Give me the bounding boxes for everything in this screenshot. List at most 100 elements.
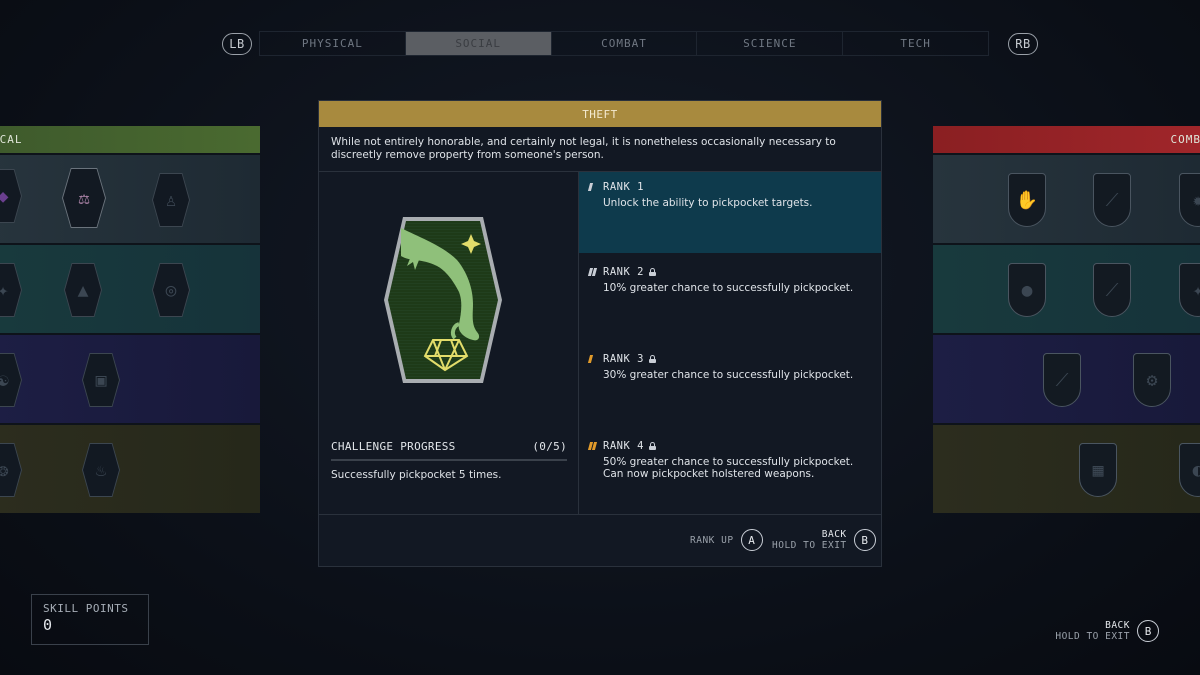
skill-badge[interactable]: ⟋ (1043, 353, 1081, 407)
hold-to-exit-label: HOLD TO EXIT (772, 540, 847, 551)
flame-icon: ♨ (95, 459, 107, 481)
rank-description: 10% greater chance to successfully pickp… (603, 282, 854, 294)
rank-label: RANK 1 (603, 181, 644, 193)
skill-badge[interactable]: ▣ (82, 353, 120, 407)
skill-badge[interactable]: ♨ (82, 443, 120, 497)
skill-art-icon: ◆ (0, 185, 9, 207)
dumbbell-icon: ⚖ (78, 187, 90, 209)
skill-badge[interactable]: ♙ (152, 173, 190, 227)
armor-icon: ▦ (1092, 459, 1104, 481)
global-back-label: BACK (1105, 620, 1130, 631)
tab-science[interactable]: SCIENCE (697, 32, 844, 55)
physical-panel-header: ICAL (0, 126, 260, 153)
skill-row-3: ⟋ ⚙ (933, 333, 1200, 423)
skill-badge[interactable]: ▦ (1079, 443, 1117, 497)
skill-row-1: ◆ ⚖ ♙ (0, 153, 260, 243)
physical-panel-title: ICAL (0, 133, 23, 146)
tab-physical[interactable]: PHYSICAL (260, 32, 406, 55)
skill-row-1: ✋ ⟋ ✹ (933, 153, 1200, 243)
skill-points-box: SKILL POINTS 0 (31, 594, 149, 645)
triangle-icon: ▲ (77, 279, 89, 301)
lock-icon (648, 268, 656, 276)
lock-icon (648, 355, 656, 363)
rank-pips-icon (587, 442, 603, 450)
b-button-icon: B (853, 529, 876, 551)
rank-description: 50% greater chance to successfully pickp… (603, 456, 854, 480)
skill-title: THEFT (319, 101, 881, 127)
skill-art-icon: ♙ (165, 189, 177, 211)
global-hold-to-exit-label: HOLD TO EXIT (1055, 631, 1130, 642)
category-tabs: PHYSICAL SOCIAL COMBAT SCIENCE TECH (259, 31, 989, 56)
rank-label: RANK 3 (603, 353, 644, 365)
challenge-count: (0/5) (532, 440, 567, 453)
skill-badge[interactable]: ✹ (1179, 173, 1200, 227)
b-button-icon: B (1137, 620, 1159, 642)
combat-panel-title: COMB (1170, 133, 1200, 146)
skill-art-icon: ❂ (0, 459, 9, 481)
skill-badge[interactable]: ⟋ (1093, 263, 1131, 317)
skill-row-2: ✦ ▲ ◎ (0, 243, 260, 333)
skill-badge[interactable]: ❂ (0, 443, 22, 497)
rank-item-4[interactable]: RANK 4 50% greater chance to successfull… (579, 427, 881, 514)
rank-label: RANK 4 (603, 440, 644, 452)
rank-pips-icon (587, 183, 603, 191)
rifle-icon: ⟋ (1105, 279, 1119, 301)
back-button[interactable]: BACK HOLD TO EXIT B (772, 529, 876, 551)
rb-button[interactable]: RB (1008, 33, 1038, 55)
skill-art-icon: ☯ (0, 369, 9, 391)
lb-button[interactable]: LB (222, 33, 252, 55)
sun-icon: ✹ (1192, 189, 1200, 211)
skill-row-2: ● ⟋ ✦ (933, 243, 1200, 333)
skill-badge-fitness[interactable]: ⚖ (62, 168, 106, 228)
challenge-progress: CHALLENGE PROGRESS (0/5) Successfully pi… (331, 440, 567, 481)
skill-badge[interactable]: ✋ (1008, 173, 1046, 227)
rank-list: RANK 1 Unlock the ability to pickpocket … (579, 172, 881, 514)
global-back-button[interactable]: BACK HOLD TO EXIT B (1055, 620, 1159, 642)
skill-row-3: ☯ ▣ (0, 333, 260, 423)
skill-row-4: ▦ ◐ (933, 423, 1200, 513)
rank-item-1[interactable]: RANK 1 Unlock the ability to pickpocket … (579, 172, 881, 253)
lock-icon (648, 442, 656, 450)
sniper-icon: ⟋ (1055, 369, 1069, 391)
challenge-title: CHALLENGE PROGRESS (331, 440, 456, 453)
star-icon: ✦ (1192, 279, 1200, 301)
skill-points-label: SKILL POINTS (43, 602, 129, 615)
card-controls: RANK UP A BACK HOLD TO EXIT B (319, 515, 881, 566)
skill-points-value: 0 (43, 616, 53, 634)
challenge-description: Successfully pickpocket 5 times. (331, 469, 502, 481)
skill-art-icon: ◐ (1192, 459, 1200, 481)
knife-icon: ⟋ (1105, 189, 1119, 211)
rank-up-label: RANK UP (690, 534, 734, 546)
skill-badge[interactable]: ● (1008, 263, 1046, 317)
skill-badge[interactable]: ◎ (152, 263, 190, 317)
tab-social[interactable]: SOCIAL (405, 32, 552, 55)
combat-skill-panel: COMB ✋ ⟋ ✹ ● ⟋ ✦ ⟋ ⚙ ▦ ◐ (933, 126, 1200, 516)
skill-art-icon: ✦ (0, 279, 9, 301)
skill-art-icon: ◎ (165, 279, 177, 301)
back-label: BACK (821, 529, 847, 540)
skill-badge[interactable]: ✦ (1179, 263, 1200, 317)
rank-description: 30% greater chance to successfully pickp… (603, 369, 854, 381)
rank-item-2[interactable]: RANK 2 10% greater chance to successfull… (579, 253, 881, 340)
skill-badge[interactable]: ◆ (0, 169, 22, 223)
skill-art-column: CHALLENGE PROGRESS (0/5) Successfully pi… (319, 172, 579, 514)
skill-badge[interactable]: ◐ (1179, 443, 1200, 497)
hand-pickpocket-gem-icon (384, 217, 502, 383)
skill-description: While not entirely honorable, and certai… (319, 127, 881, 172)
a-button-icon: A (740, 529, 763, 551)
rank-pips-icon (587, 355, 603, 363)
rank-up-button[interactable]: RANK UP A (690, 529, 763, 551)
skill-row-4: ❂ ♨ (0, 423, 260, 513)
rank-item-3[interactable]: RANK 3 30% greater chance to successfull… (579, 340, 881, 427)
skill-badge[interactable]: ⚙ (1133, 353, 1171, 407)
tab-combat[interactable]: COMBAT (552, 32, 698, 55)
skill-badge[interactable]: ✦ (0, 263, 22, 317)
skill-badge[interactable]: ▲ (64, 263, 102, 317)
skill-badge[interactable]: ☯ (0, 353, 22, 407)
combat-panel-header: COMB (933, 126, 1200, 153)
rank-label: RANK 2 (603, 266, 644, 278)
pistol-icon: ✋ (1015, 189, 1039, 211)
rank-pips-icon (587, 268, 603, 276)
skill-badge[interactable]: ⟋ (1093, 173, 1131, 227)
tab-tech[interactable]: TECH (843, 32, 988, 55)
